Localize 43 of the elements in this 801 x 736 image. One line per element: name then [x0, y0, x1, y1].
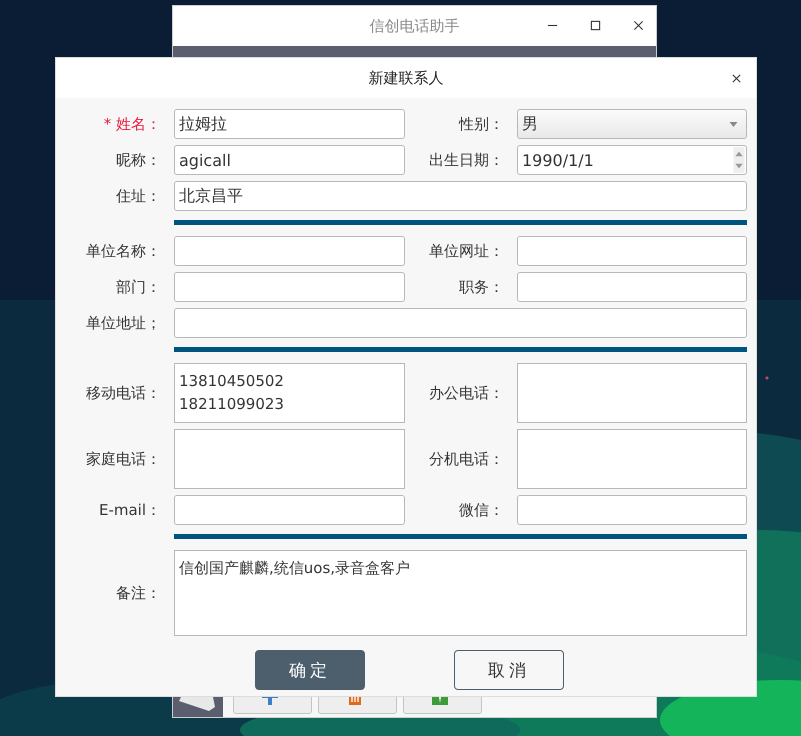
- window-title: 信创电话助手: [370, 16, 460, 36]
- field-label: 微信：: [458, 500, 504, 520]
- dialog-title: 新建联系人: [368, 68, 444, 88]
- text-area[interactable]: [517, 429, 747, 489]
- caret-icon: [729, 122, 738, 127]
- spin-arrows-icon[interactable]: [733, 147, 745, 173]
- field-label: 移动电话：: [85, 384, 161, 402]
- ok-button[interactable]: 确定: [255, 650, 365, 690]
- field-label: 职务：: [458, 278, 504, 296]
- input-field[interactable]: [174, 272, 405, 302]
- input-field[interactable]: agicall: [174, 145, 405, 175]
- text-area[interactable]: [517, 363, 747, 423]
- field-label: 昵称：: [115, 150, 161, 170]
- field-label: 单位地址；: [85, 314, 161, 332]
- text-area[interactable]: 信创国产麒麟,统信uos,录音盒客户: [174, 550, 747, 636]
- close-icon[interactable]: [633, 20, 644, 31]
- input-field[interactable]: [174, 236, 405, 266]
- input-field[interactable]: 拉姆拉: [174, 109, 405, 139]
- dropdown[interactable]: 男: [517, 109, 747, 139]
- field-label: 家庭电话：: [85, 450, 161, 468]
- text-area[interactable]: [174, 429, 405, 489]
- field-label: E-mail：: [98, 500, 161, 520]
- field-label: 性别：: [458, 114, 504, 134]
- field-label: 单位网址：: [428, 242, 504, 260]
- field-label: 部门：: [115, 278, 161, 296]
- text-area[interactable]: 13810450502 18211099023: [174, 363, 405, 423]
- input-field[interactable]: [517, 272, 747, 302]
- field-label: 住址：: [115, 186, 161, 206]
- cancel-button[interactable]: 取消: [454, 650, 564, 690]
- input-field[interactable]: [517, 495, 747, 525]
- maximize-icon[interactable]: [590, 20, 601, 31]
- field-label: 分机电话：: [428, 450, 504, 468]
- field-label: 办公电话：: [428, 384, 504, 402]
- input-field[interactable]: [174, 308, 747, 338]
- date-field[interactable]: 1990/1/1: [517, 145, 747, 175]
- input-field[interactable]: [517, 236, 747, 266]
- close-icon[interactable]: [731, 73, 742, 84]
- input-field[interactable]: [174, 495, 405, 525]
- field-label: 单位名称：: [85, 242, 161, 260]
- field-label: * 姓名：: [102, 114, 161, 134]
- input-field[interactable]: 北京昌平: [174, 181, 747, 211]
- field-label: 备注：: [115, 584, 161, 602]
- field-label: 出生日期：: [428, 150, 504, 170]
